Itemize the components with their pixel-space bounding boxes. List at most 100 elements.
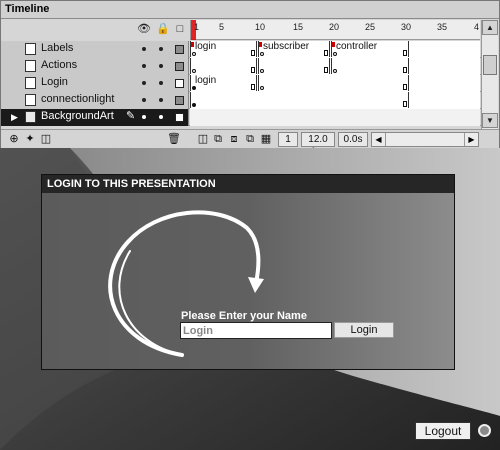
scroll-right-icon[interactable]: ▶ <box>464 133 478 146</box>
visibility-dot[interactable] <box>142 115 146 119</box>
delete-layer-icon[interactable]: 🗑 <box>167 132 181 146</box>
frame-track[interactable]: login subscriber controller <box>190 41 480 58</box>
scroll-left-icon[interactable]: ◀ <box>372 133 386 146</box>
lock-dot[interactable] <box>159 47 163 51</box>
ruler-label: 20 <box>329 22 340 32</box>
visibility-dot[interactable] <box>142 98 146 102</box>
frame-track[interactable]: login <box>190 75 480 92</box>
label-flag <box>259 42 262 47</box>
login-name-input[interactable] <box>180 322 332 339</box>
logout-button[interactable]: Logout <box>415 422 471 440</box>
keyframe[interactable] <box>260 86 264 90</box>
lock-dot[interactable] <box>159 98 163 102</box>
layer-icon <box>25 43 36 55</box>
login-panel: LOGIN TO THIS PRESENTATION Please Enter … <box>41 174 455 370</box>
add-guide-layer-icon[interactable]: ✦ <box>23 132 37 146</box>
frame-span[interactable]: controller <box>331 41 409 57</box>
eye-icon[interactable]: 👁 <box>137 23 151 36</box>
frame-span[interactable] <box>258 58 330 74</box>
timeline-panel: Timeline 👁 🔒 □ 1 5 10 15 20 25 30 35 4 L… <box>0 0 500 158</box>
outline-swatch[interactable] <box>175 45 184 54</box>
insert-folder-icon[interactable]: ◫ <box>39 132 53 146</box>
layer-row-connectionlight[interactable]: connectionlight <box>1 92 481 109</box>
lock-dot[interactable] <box>159 115 163 119</box>
lock-icon[interactable]: 🔒 <box>156 23 170 36</box>
timeline-header: 👁 🔒 □ 1 5 10 15 20 25 30 35 4 <box>1 20 499 40</box>
folder-icon <box>25 111 36 123</box>
keyframe[interactable] <box>192 86 196 90</box>
stage: LOGIN TO THIS PRESENTATION Please Enter … <box>0 148 500 450</box>
onion-skin-outlines-icon[interactable]: ⧈ <box>227 132 241 146</box>
insert-layer-icon[interactable]: ⊕ <box>7 132 21 146</box>
keyframe[interactable] <box>192 103 196 107</box>
layer-name: Labels <box>41 42 74 54</box>
onion-skin-icon[interactable]: ⧉ <box>211 132 225 146</box>
outline-swatch[interactable] <box>175 79 184 88</box>
outline-square-icon[interactable]: □ <box>173 23 187 36</box>
lock-dot[interactable] <box>159 81 163 85</box>
keyframe[interactable] <box>192 52 196 56</box>
scroll-down-icon[interactable]: ▼ <box>482 113 498 128</box>
end-frame <box>324 67 328 73</box>
layer-header: 👁 🔒 □ <box>1 20 189 40</box>
keyframe[interactable] <box>333 69 337 73</box>
layer-cell[interactable]: ▶ BackgroundArt ✎ <box>1 109 189 126</box>
frame-span[interactable]: login <box>190 41 257 57</box>
panel-body: Please Enter your Name Login <box>42 193 454 369</box>
visibility-dot[interactable] <box>142 81 146 85</box>
connection-light-indicator <box>478 424 491 437</box>
keyframe[interactable] <box>260 69 264 73</box>
ruler-label: 15 <box>293 22 304 32</box>
ruler-label: 1 <box>194 22 200 32</box>
layer-name: connectionlight <box>41 93 115 105</box>
expand-triangle-icon[interactable]: ▶ <box>11 112 18 123</box>
scroll-thumb[interactable] <box>483 55 497 75</box>
frame-span[interactable] <box>258 75 409 91</box>
end-frame <box>403 84 407 90</box>
keyframe[interactable] <box>333 52 337 56</box>
edit-multiple-frames-icon[interactable]: ⧉ <box>243 132 257 146</box>
panel-title: LOGIN TO THIS PRESENTATION <box>42 175 454 193</box>
layer-cell[interactable]: Login <box>1 75 189 92</box>
frame-track[interactable] <box>190 92 480 109</box>
frame-span[interactable] <box>331 58 409 74</box>
frame-span[interactable]: login <box>190 75 257 91</box>
current-frame-display: 1 <box>278 132 298 147</box>
keyframe[interactable] <box>192 69 196 73</box>
visibility-dot[interactable] <box>142 47 146 51</box>
layer-row-labels[interactable]: Labels login subscriber controller <box>1 41 481 58</box>
ruler-label: 10 <box>255 22 266 32</box>
scroll-up-icon[interactable]: ▲ <box>482 20 498 35</box>
layer-cell[interactable]: Labels <box>1 41 189 58</box>
frame-track[interactable] <box>190 109 480 126</box>
frame-ruler[interactable]: 1 5 10 15 20 25 30 35 4 <box>190 20 480 40</box>
layer-row-actions[interactable]: Actions <box>1 58 481 75</box>
timeline-vertical-scrollbar[interactable]: ▲ ▼ <box>481 20 498 129</box>
outline-swatch[interactable] <box>175 62 184 71</box>
keyframe[interactable] <box>260 52 264 56</box>
ruler-label: 4 <box>474 22 480 32</box>
frame-span[interactable]: subscriber <box>258 41 330 57</box>
lock-dot[interactable] <box>159 64 163 68</box>
visibility-dot[interactable] <box>142 64 146 68</box>
end-frame <box>403 50 407 56</box>
frame-rate-display[interactable]: 12.0 fps <box>301 132 335 158</box>
frame-span[interactable] <box>190 58 257 74</box>
login-button[interactable]: Login <box>334 322 394 338</box>
outline-swatch[interactable] <box>175 113 184 122</box>
center-frame-icon[interactable]: ◫ <box>197 132 209 146</box>
layer-row-backgroundart[interactable]: ▶ BackgroundArt ✎ <box>1 109 481 126</box>
frame-span[interactable] <box>190 92 409 108</box>
end-frame <box>324 50 328 56</box>
outline-swatch[interactable] <box>175 96 184 105</box>
elapsed-time-display: 0.0s <box>338 132 368 147</box>
modify-onion-markers-icon[interactable]: ▦ <box>259 132 273 146</box>
timeline-title: Timeline <box>1 1 499 19</box>
timeline-horizontal-scrollbar[interactable]: ◀ ▶ <box>371 132 479 147</box>
layer-name: BackgroundArt <box>41 110 114 122</box>
layer-cell[interactable]: connectionlight <box>1 92 189 109</box>
frame-label: login <box>195 75 217 86</box>
frame-track[interactable] <box>190 58 480 75</box>
layer-row-login[interactable]: Login login <box>1 75 481 92</box>
layer-cell[interactable]: Actions <box>1 58 189 75</box>
